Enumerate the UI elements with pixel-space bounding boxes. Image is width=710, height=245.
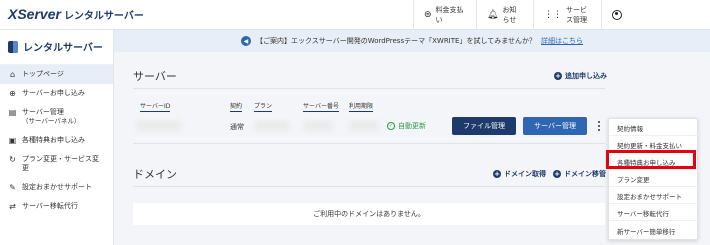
contract-value: 通常 xyxy=(230,123,244,131)
wrench-icon: ✎ xyxy=(9,183,16,192)
sidebar-item-label: プラン変更・サービス変更 xyxy=(22,155,99,172)
expiry-value xyxy=(349,120,379,132)
user-avatar-icon xyxy=(612,10,622,20)
nav-service-management[interactable]: ⋮⋮ サービス管理 xyxy=(533,0,601,30)
domain-acquire-link[interactable]: + ドメイン取得 xyxy=(493,169,546,179)
sidebar-item-server-management[interactable]: ▤ サーバー管理 （サーバーパネル） xyxy=(0,103,113,131)
notice-bar: ◀ 【ご案内】エックスサーバー開発のWordPressテーマ「XWRITE」を試… xyxy=(114,30,710,52)
plus-icon: + xyxy=(554,72,562,80)
sidebar-item-server-application[interactable]: ⊕ サーバーお申し込み xyxy=(0,84,113,103)
domain-empty-message: ご利用中のドメインはありません。 xyxy=(133,203,605,225)
menu-item-plan-change[interactable]: プラン変更 xyxy=(609,172,699,187)
server-number-value xyxy=(303,120,333,132)
server-section-divider xyxy=(133,88,605,89)
plan-value xyxy=(254,120,290,132)
rental-server-icon xyxy=(8,40,18,53)
more-menu-icon[interactable] xyxy=(592,117,606,135)
home-icon: ⌂ xyxy=(9,70,16,79)
sidebar-item-support[interactable]: ✎ 設定おまかせサポート xyxy=(0,178,113,197)
sidebar-item-label: サーバー移転代行 xyxy=(22,202,78,210)
top-header: XServer レンタルサーバー ⊜ 料金支払い 🔔︎ お知らせ ⋮⋮ サービス管… xyxy=(0,0,710,30)
sidebar-item-plan-change[interactable]: ↻ プラン変更・サービス変更 xyxy=(0,150,113,178)
server-icon: ▤ xyxy=(8,108,17,117)
gift-icon: ▣ xyxy=(8,136,17,145)
yen-icon: ⊜ xyxy=(424,10,432,20)
transfer-icon: ⇄ xyxy=(9,202,16,211)
server-row-divider xyxy=(133,143,605,144)
sidebar-item-label: 各種特典お申し込み xyxy=(22,136,85,144)
sidebar-item-transfer[interactable]: ⇄ サーバー移転代行 xyxy=(0,197,113,216)
sidebar-item-label: サーバー管理 （サーバーパネル） xyxy=(22,108,81,125)
plus-circle-icon: ⊕ xyxy=(9,89,16,98)
add-application-label: 追加申し込み xyxy=(565,72,607,80)
server-section-title: サーバー xyxy=(133,70,177,83)
plus-icon: + xyxy=(493,170,501,178)
sidebar-item-label: サーバーお申し込み xyxy=(22,89,85,97)
logo-main-text: XServer xyxy=(8,6,61,22)
sidebar: レンタルサーバー ⌂ トップページ ⊕ サーバーお申し込み ▤ サーバー管理 （サ… xyxy=(0,30,114,245)
sidebar-title-text: レンタルサーバー xyxy=(23,43,103,54)
sidebar-item-label: 設定おまかせサポート xyxy=(22,183,92,191)
domain-transfer-link[interactable]: + ドメイン移管 xyxy=(553,169,606,179)
nav-payment[interactable]: ⊜ 料金支払い xyxy=(413,0,476,30)
column-header-expiry[interactable]: 利用期限 xyxy=(349,101,374,112)
column-header-server-number[interactable]: サーバー番号 xyxy=(303,101,339,112)
nav-payment-label: 料金支払い xyxy=(435,6,464,24)
grid-icon: ⋮⋮ xyxy=(544,10,562,20)
column-header-contract[interactable]: 契約 xyxy=(230,101,243,112)
sidebar-item-top[interactable]: ⌂ トップページ xyxy=(0,65,113,84)
sidebar-item-label: トップページ xyxy=(22,70,64,78)
plus-icon: + xyxy=(553,170,561,178)
nav-news-label: お知らせ xyxy=(502,6,517,24)
server-id-value xyxy=(136,120,182,132)
add-application-link[interactable]: + 追加申し込み xyxy=(554,71,607,81)
sidebar-item-benefits[interactable]: ▣ 各種特典お申し込み xyxy=(0,131,113,150)
notice-text: 【ご案内】エックスサーバー開発のWordPressテーマ「XWRITE」を試して… xyxy=(255,37,537,45)
domain-transfer-label: ドメイン移管 xyxy=(564,170,606,178)
menu-item-contract-info[interactable]: 契約情報 xyxy=(609,121,699,136)
change-icon: ↻ xyxy=(9,155,16,164)
nav-service-management-label: サービス管理 xyxy=(566,6,587,24)
domain-section-divider xyxy=(133,186,605,187)
nav-news[interactable]: 🔔︎ お知らせ xyxy=(476,0,533,30)
xserver-logo[interactable]: XServer レンタルサーバー xyxy=(8,6,144,22)
auto-renew-status: ✓ 自動更新 xyxy=(387,121,426,131)
column-header-server-id[interactable]: サーバーID xyxy=(140,101,171,112)
column-header-plan[interactable]: プラン xyxy=(254,101,273,112)
highlight-box xyxy=(606,150,696,169)
menu-item-setup-support[interactable]: 設定おまかせサポート xyxy=(609,189,699,204)
notice-detail-link[interactable]: 詳細はこちら xyxy=(541,36,583,46)
menu-item-easy-migration[interactable]: 新サーバー簡単移行 xyxy=(609,223,699,238)
bell-icon: 🔔︎ xyxy=(487,10,499,20)
sidebar-title: レンタルサーバー xyxy=(0,30,113,65)
server-actions-dropdown: 契約情報 契約更新・料金支払い 各種特典お申し込み プラン変更 設定おまかせサポ… xyxy=(608,118,699,240)
auto-renew-label: 自動更新 xyxy=(398,122,426,130)
server-management-button[interactable]: サーバー管理 xyxy=(523,117,587,135)
menu-item-server-transfer[interactable]: サーバー移転代行 xyxy=(609,206,699,221)
domain-acquire-label: ドメイン取得 xyxy=(504,170,546,178)
check-circle-icon: ✓ xyxy=(387,122,395,130)
file-manager-button[interactable]: ファイル管理 xyxy=(452,117,516,135)
user-menu[interactable] xyxy=(601,0,710,30)
megaphone-icon: ◀ xyxy=(240,36,251,46)
logo-sub-text: レンタルサーバー xyxy=(63,11,144,22)
domain-section-title: ドメイン xyxy=(133,168,177,181)
